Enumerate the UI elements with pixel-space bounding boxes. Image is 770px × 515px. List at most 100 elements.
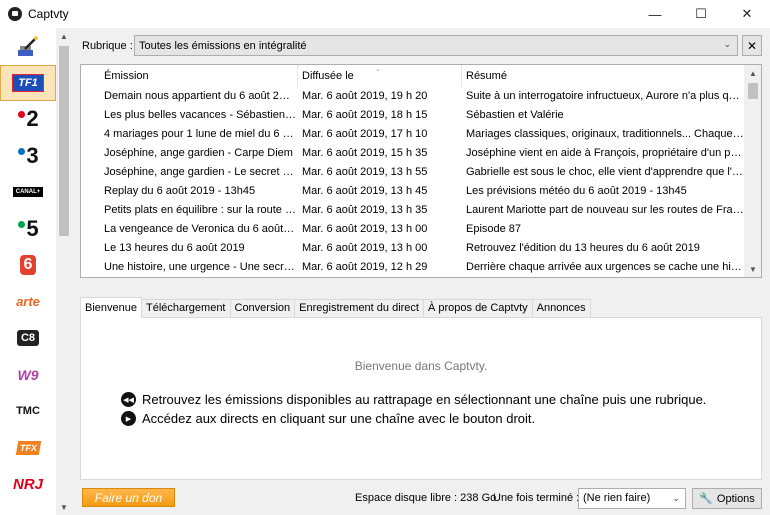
disk-space-label: Espace disque libre : 238 Go [355, 492, 497, 504]
cell-resume: Derrière chaque arrivée aux urgences se … [466, 261, 744, 273]
scrollbar-thumb[interactable] [748, 83, 758, 99]
channel-tools[interactable] [0, 28, 56, 65]
options-button[interactable]: 🔧 Options [692, 488, 762, 509]
cell-resume: Gabrielle est sous le choc, elle vient d… [466, 166, 744, 178]
m6-logo: 6 [19, 255, 37, 276]
scroll-up-icon[interactable]: ▲ [56, 28, 72, 44]
welcome-panel: Bienvenue dans Captvty. ◀◀ Retrouvez les… [80, 317, 762, 480]
cell-resume: Familles avec enfants, célibataires, col… [462, 277, 744, 278]
w9-logo: W9 [17, 366, 39, 383]
cell-emission: Joséphine, ange gardien - Carpe Diem [104, 147, 293, 159]
scroll-down-icon[interactable]: ▼ [745, 261, 761, 277]
sidebar-scrollbar[interactable]: ▲ ▼ [56, 28, 72, 515]
france2-logo: 2 [18, 106, 39, 132]
rubrique-clear-button[interactable]: ✕ [742, 35, 762, 56]
welcome-line-live-text: Accédez aux directs en cliquant sur une … [142, 411, 536, 426]
on-finish-select[interactable]: (Ne rien faire) ⌄ [578, 488, 686, 509]
tab-conversion[interactable]: Conversion [229, 299, 296, 318]
channel-france3[interactable]: 3 [0, 138, 56, 175]
channel-france5[interactable]: 5 [0, 211, 56, 248]
rubrique-value: Toutes les émissions en intégralité [139, 39, 307, 52]
cell-resume: Sébastien et Valérie [466, 109, 564, 121]
cell-resume: Episode 87 [466, 223, 522, 235]
table-row[interactable]: Nos chers voisins du 6 août 2019Mar. 6 a… [81, 277, 745, 278]
cell-emission: Petits plats en équilibre : sur la route… [104, 204, 296, 216]
cell-emission: Nos chers voisins du 6 août 2019 [100, 277, 296, 278]
title-bar: Captvty — ☐ ✕ [0, 0, 770, 28]
table-row[interactable]: Replay du 6 août 2019 - 13h45 Mar. 6 août… [81, 182, 745, 201]
chevron-down-icon: ⌄ [723, 39, 731, 49]
minimize-button[interactable]: — [632, 0, 678, 28]
cell-date: Mar. 6 août 2019, 15 h 35 [302, 147, 428, 159]
channel-nrj12[interactable]: NRJ [0, 466, 56, 503]
tf1-logo: TF1 [12, 73, 44, 92]
window-title: Captvty [28, 7, 69, 21]
column-header-resume[interactable]: Résumé [462, 65, 745, 87]
rubrique-select[interactable]: Toutes les émissions en intégralité ⌄ [134, 35, 738, 56]
table-row[interactable]: Petits plats en équilibre : sur la route… [81, 201, 745, 220]
cell-date: Mar. 6 août 2019, 12 h 29 [298, 277, 460, 278]
cell-resume: Suite à un interrogatoire infructueux, A… [466, 90, 744, 102]
channel-tfx[interactable]: TFX [0, 430, 56, 467]
cell-date: Mar. 6 août 2019, 13 h 35 [302, 204, 428, 216]
cell-emission: Replay du 6 août 2019 - 13h45 [104, 185, 256, 197]
cell-emission: La vengeance de Veronica du 6 août 2019 [104, 223, 296, 235]
channel-c8[interactable]: C8 [0, 320, 56, 357]
cell-date: Mar. 6 août 2019, 13 h 55 [302, 166, 428, 178]
tmc-logo: TMC [16, 405, 40, 418]
channel-arte[interactable]: arte [0, 284, 56, 321]
tab-enregistrement-direct[interactable]: Enregistrement du direct [294, 299, 424, 318]
channel-canalplus[interactable]: CANAL+ [0, 174, 56, 211]
tab-annonces[interactable]: Annonces [531, 299, 591, 318]
column-header-emission[interactable]: Émission [100, 65, 298, 87]
table-row[interactable]: 4 mariages pour 1 lune de miel du 6 août… [81, 125, 745, 144]
cell-emission: Joséphine, ange gardien - Le secret de J… [104, 166, 296, 178]
rewind-icon: ◀◀ [121, 392, 136, 407]
cell-date: Mar. 6 août 2019, 12 h 29 [302, 261, 428, 273]
tab-a-propos[interactable]: À propos de Captvty [422, 299, 533, 318]
maximize-button[interactable]: ☐ [678, 0, 724, 28]
welcome-line-replay: ◀◀ Retrouvez les émissions disponibles a… [121, 392, 706, 407]
chevron-down-icon: ⌄ [672, 493, 680, 503]
france5-logo: 5 [18, 216, 39, 242]
france3-logo: 3 [18, 143, 39, 169]
cell-date: Mar. 6 août 2019, 13 h 00 [302, 242, 428, 254]
table-row[interactable]: La vengeance de Veronica du 6 août 2019 M… [81, 220, 745, 239]
on-finish-value: (Ne rien faire) [583, 492, 651, 504]
channel-tmc[interactable]: TMC [0, 393, 56, 430]
channel-list: TF1 2 3 CANAL+ 5 6 arte C8 W9 TMC TFX NR… [0, 28, 56, 503]
magic-wand-icon [18, 36, 38, 57]
tab-bienvenue[interactable]: Bienvenue [80, 297, 142, 318]
cell-resume: Retrouvez l'édition du 13 heures du 6 ao… [466, 242, 700, 254]
table-row[interactable]: Le 13 heures du 6 août 2019 Mar. 6 août 2… [81, 239, 745, 258]
cell-emission: 4 mariages pour 1 lune de miel du 6 août… [104, 128, 296, 140]
app-icon [8, 7, 22, 21]
channel-sidebar: TF1 2 3 CANAL+ 5 6 arte C8 W9 TMC TFX NR… [0, 28, 72, 515]
tab-telechargement[interactable]: Téléchargement [141, 299, 231, 318]
channel-w9[interactable]: W9 [0, 357, 56, 394]
cell-date: Mar. 6 août 2019, 13 h 45 [302, 185, 428, 197]
table-row[interactable]: Joséphine, ange gardien - Carpe Diem Mar.… [81, 144, 745, 163]
table-row[interactable]: Joséphine, ange gardien - Le secret de J… [81, 163, 745, 182]
c8-logo: C8 [16, 330, 40, 347]
scrollbar-thumb[interactable] [59, 46, 69, 236]
scroll-up-icon[interactable]: ▲ [745, 65, 761, 81]
rubrique-label: Rubrique : [82, 40, 133, 52]
cell-resume: Les prévisions météo du 6 août 2019 - 13… [466, 185, 687, 197]
welcome-line-replay-text: Retrouvez les émissions disponibles au r… [142, 392, 707, 407]
channel-france2[interactable]: 2 [0, 101, 56, 138]
donate-button[interactable]: Faire un don [82, 488, 175, 507]
scroll-down-icon[interactable]: ▼ [56, 499, 72, 515]
table-row[interactable]: Les plus belles vacances - Sébastien et … [81, 106, 745, 125]
cell-emission: Demain nous appartient du 6 août 2019 [104, 90, 296, 102]
cell-date: Mar. 6 août 2019, 13 h 00 [302, 223, 428, 235]
table-scrollbar[interactable]: ▲ ▼ [744, 65, 761, 277]
close-button[interactable]: ✕ [724, 0, 770, 28]
window-controls: — ☐ ✕ [632, 0, 770, 28]
tab-bar: Bienvenue Téléchargement Conversion Enre… [80, 297, 591, 318]
cell-emission: Les plus belles vacances - Sébastien et … [104, 109, 296, 121]
channel-m6[interactable]: 6 [0, 247, 56, 284]
table-row[interactable]: Une histoire, une urgence - Une secrétai… [81, 258, 745, 277]
table-row[interactable]: Demain nous appartient du 6 août 2019 Mar… [81, 87, 745, 106]
channel-tf1[interactable]: TF1 [0, 64, 56, 101]
